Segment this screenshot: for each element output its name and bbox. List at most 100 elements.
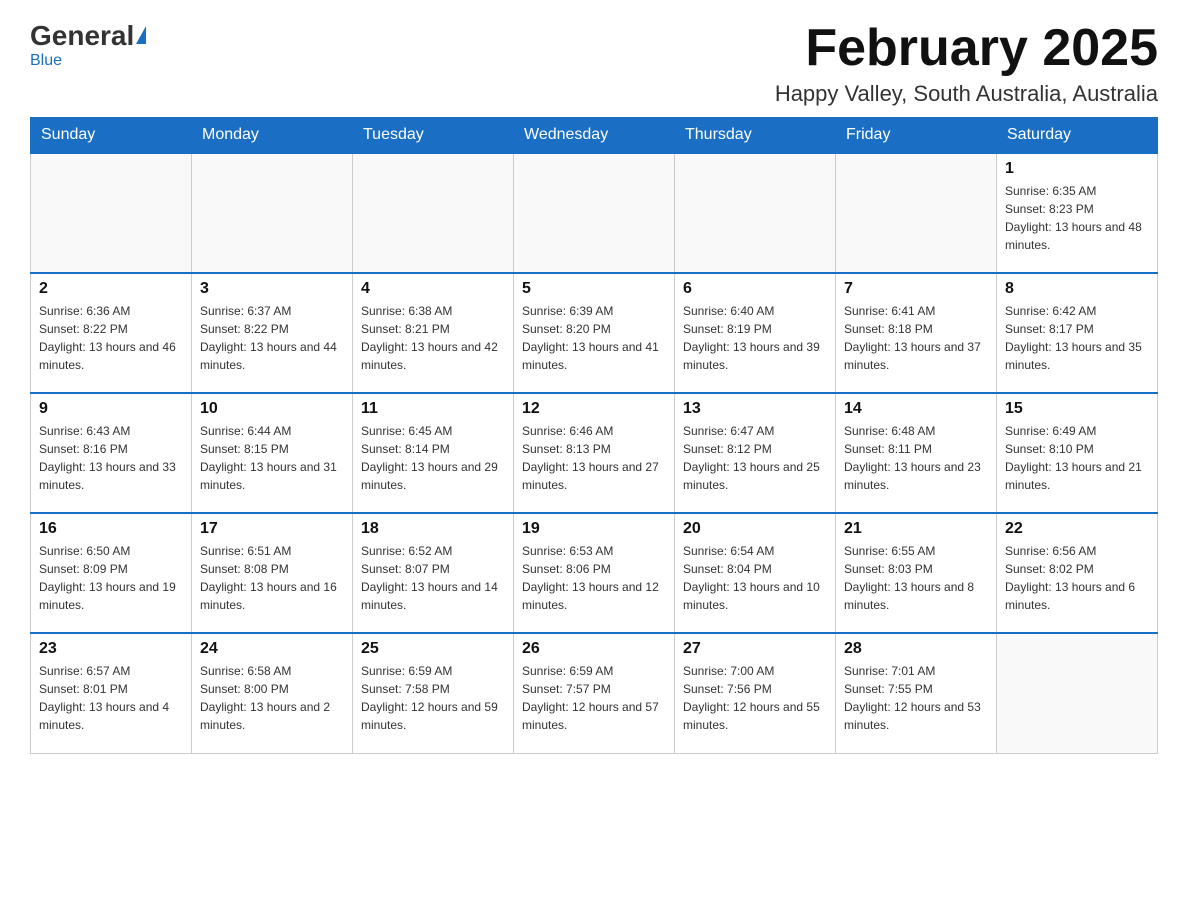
day-number: 8 [1005, 280, 1149, 298]
day-number: 10 [200, 400, 344, 418]
day-info: Sunrise: 7:01 AMSunset: 7:55 PMDaylight:… [844, 662, 988, 734]
calendar-table: SundayMondayTuesdayWednesdayThursdayFrid… [30, 117, 1158, 754]
calendar-cell: 18 Sunrise: 6:52 AMSunset: 8:07 PMDayligh… [353, 513, 514, 633]
calendar-cell: 5 Sunrise: 6:39 AMSunset: 8:20 PMDaylight… [514, 273, 675, 393]
weekday-header-wednesday: Wednesday [514, 118, 675, 154]
logo-blue-text: Blue [30, 52, 62, 70]
weekday-header-sunday: Sunday [31, 118, 192, 154]
calendar-cell: 11Sunrise: 6:45 AMSunset: 8:14 PMDayligh… [353, 393, 514, 513]
day-info: Sunrise: 6:42 AMSunset: 8:17 PMDaylight:… [1005, 302, 1149, 374]
day-number: 22 [1005, 520, 1149, 538]
day-info: Sunrise: 6:36 AMSunset: 8:22 PMDaylight:… [39, 302, 183, 374]
day-info: Sunrise: 6:54 AMSunset: 8:04 PMDaylight:… [683, 542, 827, 614]
day-number: 28 [844, 640, 988, 658]
day-number: 20 [683, 520, 827, 538]
day-number: 25 [361, 640, 505, 658]
day-number: 4 [361, 280, 505, 298]
calendar-cell: 26 Sunrise: 6:59 AMSunset: 7:57 PMDayligh… [514, 633, 675, 753]
calendar-cell: 17 Sunrise: 6:51 AMSunset: 8:08 PMDayligh… [192, 513, 353, 633]
day-info: Sunrise: 6:40 AMSunset: 8:19 PMDaylight:… [683, 302, 827, 374]
day-number: 7 [844, 280, 988, 298]
calendar-cell: 23 Sunrise: 6:57 AMSunset: 8:01 PMDayligh… [31, 633, 192, 753]
calendar-cell: 16 Sunrise: 6:50 AMSunset: 8:09 PMDayligh… [31, 513, 192, 633]
day-info: Sunrise: 6:59 AMSunset: 7:58 PMDaylight:… [361, 662, 505, 734]
weekday-header-tuesday: Tuesday [353, 118, 514, 154]
calendar-header-row: SundayMondayTuesdayWednesdayThursdayFrid… [31, 118, 1158, 154]
weekday-header-thursday: Thursday [675, 118, 836, 154]
day-info: Sunrise: 6:38 AMSunset: 8:21 PMDaylight:… [361, 302, 505, 374]
day-info: Sunrise: 6:35 AMSunset: 8:23 PMDaylight:… [1005, 182, 1149, 254]
calendar-week-row: 1 Sunrise: 6:35 AMSunset: 8:23 PMDaylight… [31, 153, 1158, 273]
day-info: Sunrise: 6:48 AMSunset: 8:11 PMDaylight:… [844, 422, 988, 494]
day-number: 3 [200, 280, 344, 298]
day-info: Sunrise: 6:52 AMSunset: 8:07 PMDaylight:… [361, 542, 505, 614]
day-number: 6 [683, 280, 827, 298]
day-info: Sunrise: 6:58 AMSunset: 8:00 PMDaylight:… [200, 662, 344, 734]
calendar-cell [836, 153, 997, 273]
day-info: Sunrise: 6:59 AMSunset: 7:57 PMDaylight:… [522, 662, 666, 734]
day-info: Sunrise: 6:37 AMSunset: 8:22 PMDaylight:… [200, 302, 344, 374]
day-info: Sunrise: 6:57 AMSunset: 8:01 PMDaylight:… [39, 662, 183, 734]
day-number: 2 [39, 280, 183, 298]
calendar-cell: 25 Sunrise: 6:59 AMSunset: 7:58 PMDayligh… [353, 633, 514, 753]
day-info: Sunrise: 6:44 AMSunset: 8:15 PMDaylight:… [200, 422, 344, 494]
day-info: Sunrise: 6:39 AMSunset: 8:20 PMDaylight:… [522, 302, 666, 374]
page-header: General Blue February 2025 Happy Valley,… [30, 20, 1158, 107]
title-block: February 2025 Happy Valley, South Austra… [775, 20, 1158, 107]
calendar-cell [514, 153, 675, 273]
day-number: 13 [683, 400, 827, 418]
day-number: 15 [1005, 400, 1149, 418]
calendar-cell [31, 153, 192, 273]
calendar-cell: 14Sunrise: 6:48 AMSunset: 8:11 PMDayligh… [836, 393, 997, 513]
day-number: 16 [39, 520, 183, 538]
calendar-week-row: 9 Sunrise: 6:43 AMSunset: 8:16 PMDaylight… [31, 393, 1158, 513]
day-info: Sunrise: 6:43 AMSunset: 8:16 PMDaylight:… [39, 422, 183, 494]
calendar-week-row: 2 Sunrise: 6:36 AMSunset: 8:22 PMDaylight… [31, 273, 1158, 393]
day-number: 12 [522, 400, 666, 418]
calendar-week-row: 23 Sunrise: 6:57 AMSunset: 8:01 PMDayligh… [31, 633, 1158, 753]
calendar-cell: 13 Sunrise: 6:47 AMSunset: 8:12 PMDayligh… [675, 393, 836, 513]
calendar-cell: 8 Sunrise: 6:42 AMSunset: 8:17 PMDaylight… [997, 273, 1158, 393]
calendar-cell [353, 153, 514, 273]
calendar-cell: 6 Sunrise: 6:40 AMSunset: 8:19 PMDaylight… [675, 273, 836, 393]
day-number: 5 [522, 280, 666, 298]
calendar-cell [997, 633, 1158, 753]
calendar-cell: 3 Sunrise: 6:37 AMSunset: 8:22 PMDaylight… [192, 273, 353, 393]
calendar-cell: 24Sunrise: 6:58 AMSunset: 8:00 PMDayligh… [192, 633, 353, 753]
day-number: 21 [844, 520, 988, 538]
day-number: 19 [522, 520, 666, 538]
day-info: Sunrise: 6:46 AMSunset: 8:13 PMDaylight:… [522, 422, 666, 494]
logo-general-text: General [30, 20, 134, 52]
calendar-cell: 28 Sunrise: 7:01 AMSunset: 7:55 PMDayligh… [836, 633, 997, 753]
calendar-cell [675, 153, 836, 273]
day-info: Sunrise: 6:50 AMSunset: 8:09 PMDaylight:… [39, 542, 183, 614]
day-info: Sunrise: 6:51 AMSunset: 8:08 PMDaylight:… [200, 542, 344, 614]
day-number: 27 [683, 640, 827, 658]
calendar-cell: 27 Sunrise: 7:00 AMSunset: 7:56 PMDayligh… [675, 633, 836, 753]
month-title: February 2025 [775, 20, 1158, 77]
calendar-cell: 2 Sunrise: 6:36 AMSunset: 8:22 PMDaylight… [31, 273, 192, 393]
calendar-cell: 7 Sunrise: 6:41 AMSunset: 8:18 PMDaylight… [836, 273, 997, 393]
calendar-cell [192, 153, 353, 273]
day-number: 11 [361, 400, 505, 418]
calendar-cell: 4 Sunrise: 6:38 AMSunset: 8:21 PMDaylight… [353, 273, 514, 393]
day-number: 26 [522, 640, 666, 658]
logo: General Blue [30, 20, 146, 70]
day-info: Sunrise: 6:56 AMSunset: 8:02 PMDaylight:… [1005, 542, 1149, 614]
day-number: 17 [200, 520, 344, 538]
calendar-week-row: 16 Sunrise: 6:50 AMSunset: 8:09 PMDayligh… [31, 513, 1158, 633]
day-info: Sunrise: 6:55 AMSunset: 8:03 PMDaylight:… [844, 542, 988, 614]
day-number: 9 [39, 400, 183, 418]
calendar-cell: 21 Sunrise: 6:55 AMSunset: 8:03 PMDayligh… [836, 513, 997, 633]
calendar-cell: 19Sunrise: 6:53 AMSunset: 8:06 PMDayligh… [514, 513, 675, 633]
calendar-cell: 15Sunrise: 6:49 AMSunset: 8:10 PMDayligh… [997, 393, 1158, 513]
day-number: 18 [361, 520, 505, 538]
calendar-cell: 20 Sunrise: 6:54 AMSunset: 8:04 PMDayligh… [675, 513, 836, 633]
day-info: Sunrise: 7:00 AMSunset: 7:56 PMDaylight:… [683, 662, 827, 734]
day-info: Sunrise: 6:41 AMSunset: 8:18 PMDaylight:… [844, 302, 988, 374]
day-number: 23 [39, 640, 183, 658]
calendar-cell: 9 Sunrise: 6:43 AMSunset: 8:16 PMDaylight… [31, 393, 192, 513]
location-subtitle: Happy Valley, South Australia, Australia [775, 81, 1158, 107]
day-info: Sunrise: 6:47 AMSunset: 8:12 PMDaylight:… [683, 422, 827, 494]
day-number: 1 [1005, 160, 1149, 178]
